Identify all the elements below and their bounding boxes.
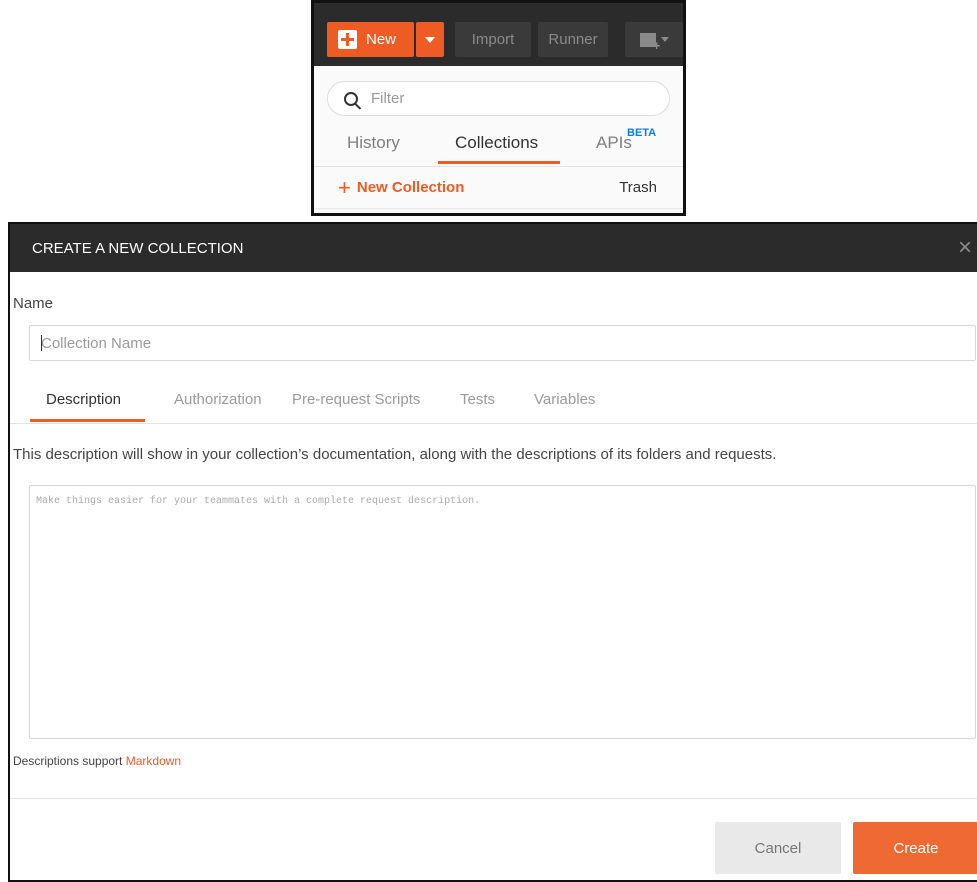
text-cursor — [41, 335, 42, 351]
active-tab-indicator — [438, 161, 560, 164]
new-dropdown-button[interactable] — [416, 22, 444, 57]
new-button-label: New — [366, 31, 397, 48]
filter-input[interactable] — [371, 90, 631, 107]
description-textarea[interactable] — [29, 485, 976, 739]
new-collection-row: + New Collection Trash — [314, 169, 683, 209]
collection-name-input[interactable] — [29, 325, 976, 361]
tab-authorization[interactable]: Authorization — [174, 391, 262, 408]
tab-description[interactable]: Description — [46, 391, 121, 408]
new-collection-label: New Collection — [356, 179, 465, 196]
tab-apis[interactable]: APIs BETA — [596, 127, 656, 153]
new-window-button[interactable] — [625, 22, 683, 57]
name-label: Name — [13, 295, 54, 312]
tab-collections[interactable]: Collections — [455, 133, 538, 153]
trash-link[interactable]: Trash — [619, 179, 657, 196]
sidebar-tabs: History Collections APIs BETA — [314, 123, 683, 167]
import-button[interactable]: Import — [455, 22, 531, 57]
new-button[interactable]: New — [327, 22, 414, 57]
plus-icon: + — [338, 174, 351, 200]
create-collection-modal: CREATE A NEW COLLECTION × Name Descripti… — [8, 222, 977, 882]
filter-search[interactable] — [327, 81, 670, 116]
active-tab-indicator — [30, 419, 145, 422]
tab-history[interactable]: History — [347, 133, 400, 153]
create-button[interactable]: Create — [853, 822, 977, 874]
description-info: This description will show in your colle… — [13, 446, 777, 463]
tab-pre-request-scripts[interactable]: Pre-request Scripts — [292, 391, 420, 408]
tab-tests[interactable]: Tests — [460, 391, 495, 408]
markdown-note-text: Descriptions support — [13, 754, 123, 768]
new-collection-button[interactable]: + New Collection — [338, 174, 465, 200]
markdown-link[interactable]: Markdown — [126, 754, 181, 768]
new-window-icon — [639, 32, 660, 53]
toolbar: New Import Runner — [314, 3, 683, 66]
close-icon[interactable]: × — [958, 236, 972, 260]
modal-tabs: Description Authorization Pre-request Sc… — [10, 379, 977, 424]
search-icon — [344, 91, 358, 106]
modal-header: CREATE A NEW COLLECTION × — [10, 224, 977, 272]
plus-icon — [338, 30, 357, 49]
runner-button[interactable]: Runner — [538, 22, 608, 57]
sidebar-panel: New Import Runner History Collections AP… — [311, 0, 686, 216]
tab-variables[interactable]: Variables — [534, 391, 595, 408]
markdown-note: Descriptions support Markdown — [13, 754, 181, 768]
caret-down-icon — [660, 37, 669, 42]
caret-down-icon — [425, 36, 435, 43]
beta-badge: BETA — [627, 127, 657, 139]
footer-divider — [10, 798, 977, 799]
modal-title: CREATE A NEW COLLECTION — [32, 240, 244, 257]
cancel-button[interactable]: Cancel — [715, 822, 841, 874]
